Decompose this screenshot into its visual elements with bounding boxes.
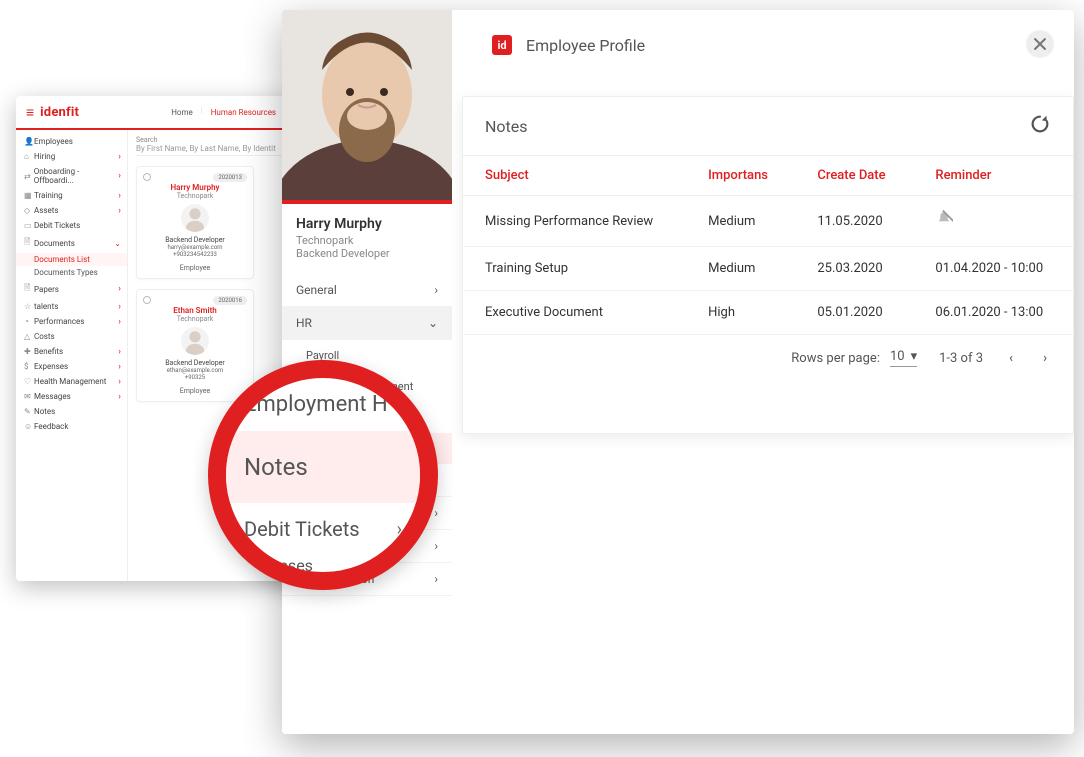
window-title: Employee Profile bbox=[526, 36, 645, 55]
cell-reminder: 01.04.2020 - 10:00 bbox=[913, 247, 1073, 291]
sidebar-item-documents[interactable]: 🗎Documents bbox=[16, 233, 127, 253]
sidebar-item-training[interactable]: ▦Training bbox=[16, 188, 127, 203]
employee-org: Technopark bbox=[143, 315, 247, 323]
magnifier-highlight: Employment H Notes Debit Tickets› Access… bbox=[208, 360, 438, 590]
mag-employment: Employment H bbox=[226, 378, 420, 431]
chevron-right-icon: › bbox=[434, 283, 438, 297]
sidebar-sub-documents-types[interactable]: Documents Types bbox=[16, 266, 127, 279]
cell-importance: Medium bbox=[686, 247, 795, 291]
sidebar-item-costs[interactable]: △Costs bbox=[16, 329, 127, 344]
profile-role: Backend Developer bbox=[282, 247, 452, 260]
tab-home[interactable]: Home bbox=[167, 106, 197, 119]
sidebar-item-talents[interactable]: ☆talents bbox=[16, 299, 127, 314]
sidebar-item-notes[interactable]: ✎Notes bbox=[16, 404, 127, 419]
cell-importance: High bbox=[686, 291, 795, 335]
cell-reminder: 06.01.2020 - 13:00 bbox=[913, 291, 1073, 335]
chevron-right-icon: › bbox=[434, 539, 438, 553]
dropdown-icon: ▾ bbox=[911, 349, 918, 364]
employee-org: Technopark bbox=[143, 192, 247, 200]
prev-page-button[interactable]: ‹ bbox=[1005, 351, 1017, 366]
employee-phone: +903234542233 bbox=[143, 251, 247, 258]
bell-off-icon bbox=[935, 210, 953, 228]
cell-subject: Missing Performance Review bbox=[463, 196, 686, 247]
app-header: ≡ idenfit Home | Human Resources | Time bbox=[16, 96, 326, 130]
table-row[interactable]: Training Setup Medium 25.03.2020 01.04.2… bbox=[463, 247, 1073, 291]
sidebar-item-benefits[interactable]: ✚Benefits bbox=[16, 344, 127, 359]
avatar bbox=[181, 327, 209, 355]
cell-subject: Training Setup bbox=[463, 247, 686, 291]
refresh-button[interactable] bbox=[1029, 113, 1051, 139]
cell-create: 11.05.2020 bbox=[795, 196, 913, 247]
sidebar-item-employees[interactable]: 👤Employees bbox=[16, 134, 127, 149]
table-row[interactable]: Executive Document High 05.01.2020 06.01… bbox=[463, 291, 1073, 335]
cell-importance: Medium bbox=[686, 196, 795, 247]
sidebar-item-papers[interactable]: 🗎Papers bbox=[16, 279, 127, 299]
chevron-right-icon: › bbox=[397, 519, 402, 540]
profile-photo bbox=[282, 10, 452, 200]
employee-card[interactable]: 2020016 Ethan Smith Technopark Backend D… bbox=[136, 289, 254, 402]
cell-subject: Executive Document bbox=[463, 291, 686, 335]
employee-tag: Employee bbox=[143, 387, 247, 395]
cell-create: 25.03.2020 bbox=[795, 247, 913, 291]
refresh-icon bbox=[1029, 113, 1051, 135]
chevron-down-icon: ⌄ bbox=[428, 316, 438, 330]
col-importance[interactable]: Importans bbox=[686, 156, 795, 196]
next-page-button[interactable]: › bbox=[1039, 351, 1051, 366]
tab-hr[interactable]: Human Resources bbox=[207, 106, 280, 119]
cell-create: 05.01.2020 bbox=[795, 291, 913, 335]
col-reminder[interactable]: Reminder bbox=[913, 156, 1073, 196]
cell-reminder bbox=[913, 196, 1073, 247]
sidebar-item-hiring[interactable]: ⌂Hiring bbox=[16, 149, 127, 164]
close-button[interactable] bbox=[1026, 30, 1054, 58]
sidebar-item-messages[interactable]: ✉Messages bbox=[16, 389, 127, 404]
sidebar-item-assets[interactable]: ◇Assets bbox=[16, 203, 127, 218]
chevron-right-icon: › bbox=[434, 572, 438, 586]
menu-icon[interactable]: ≡ bbox=[26, 104, 34, 121]
profile-org: Technopark bbox=[282, 234, 452, 247]
employee-card[interactable]: 2020013 Harry Murphy Technopark Backend … bbox=[136, 166, 254, 279]
brand-badge: id bbox=[492, 35, 512, 55]
chevron-right-icon: › bbox=[434, 506, 438, 520]
employee-role: Backend Developer bbox=[143, 236, 247, 244]
nav-hr[interactable]: HR⌄ bbox=[282, 307, 452, 340]
employee-mail: ethan@example.com bbox=[143, 367, 247, 374]
nav-general[interactable]: General› bbox=[282, 274, 452, 307]
notes-title: Notes bbox=[485, 117, 528, 136]
mag-notes: Notes bbox=[226, 431, 420, 503]
employee-id-badge: 2020016 bbox=[213, 296, 247, 305]
pagination: Rows per page: 10 ▾ 1-3 of 3 ‹ › bbox=[463, 335, 1073, 381]
employee-profile-window: id Employee Profile Harry Murphy Technop… bbox=[282, 10, 1074, 734]
notes-panel: Notes Subject Importans Create Date Remi… bbox=[462, 96, 1074, 434]
rows-per-page-label: Rows per page: bbox=[791, 351, 880, 366]
employee-role: Backend Developer bbox=[143, 359, 247, 367]
mag-debit: Debit Tickets› bbox=[226, 503, 420, 555]
employee-name: Harry Murphy bbox=[143, 183, 247, 192]
employee-name: Ethan Smith bbox=[143, 306, 247, 315]
select-radio[interactable] bbox=[143, 296, 151, 304]
sidebar-item-performances[interactable]: ◔Performances bbox=[16, 314, 127, 329]
sidebar-item-onboarding[interactable]: ⇄Onboarding - Offboardi... bbox=[16, 164, 127, 188]
employee-mail: harry@example.com bbox=[143, 244, 247, 251]
sidebar-item-health[interactable]: ♡Health Management bbox=[16, 374, 127, 389]
table-row[interactable]: Missing Performance Review Medium 11.05.… bbox=[463, 196, 1073, 247]
employee-tag: Employee bbox=[143, 264, 247, 272]
rows-per-page-select[interactable]: 10 ▾ bbox=[890, 349, 917, 367]
employee-id-badge: 2020013 bbox=[213, 173, 247, 182]
sidebar-item-debit[interactable]: ▭Debit Tickets bbox=[16, 218, 127, 233]
sidebar-item-feedback[interactable]: ☺Feedback bbox=[16, 419, 127, 434]
profile-name: Harry Murphy bbox=[282, 204, 452, 234]
sidebar: 👤Employees ⌂Hiring ⇄Onboarding - Offboar… bbox=[16, 130, 128, 581]
sidebar-item-expenses[interactable]: $Expenses bbox=[16, 359, 127, 374]
table-header-row: Subject Importans Create Date Reminder bbox=[463, 156, 1073, 196]
notes-table: Subject Importans Create Date Reminder M… bbox=[463, 155, 1073, 335]
col-subject[interactable]: Subject bbox=[463, 156, 686, 196]
select-radio[interactable] bbox=[143, 173, 151, 181]
close-icon bbox=[1033, 37, 1047, 51]
sidebar-sub-documents-list[interactable]: Documents List bbox=[16, 253, 127, 266]
page-range: 1-3 of 3 bbox=[939, 351, 983, 366]
avatar bbox=[181, 204, 209, 232]
employee-phone: +90325 bbox=[143, 374, 247, 381]
col-create[interactable]: Create Date bbox=[795, 156, 913, 196]
brand-logo: idenfit bbox=[40, 105, 79, 120]
